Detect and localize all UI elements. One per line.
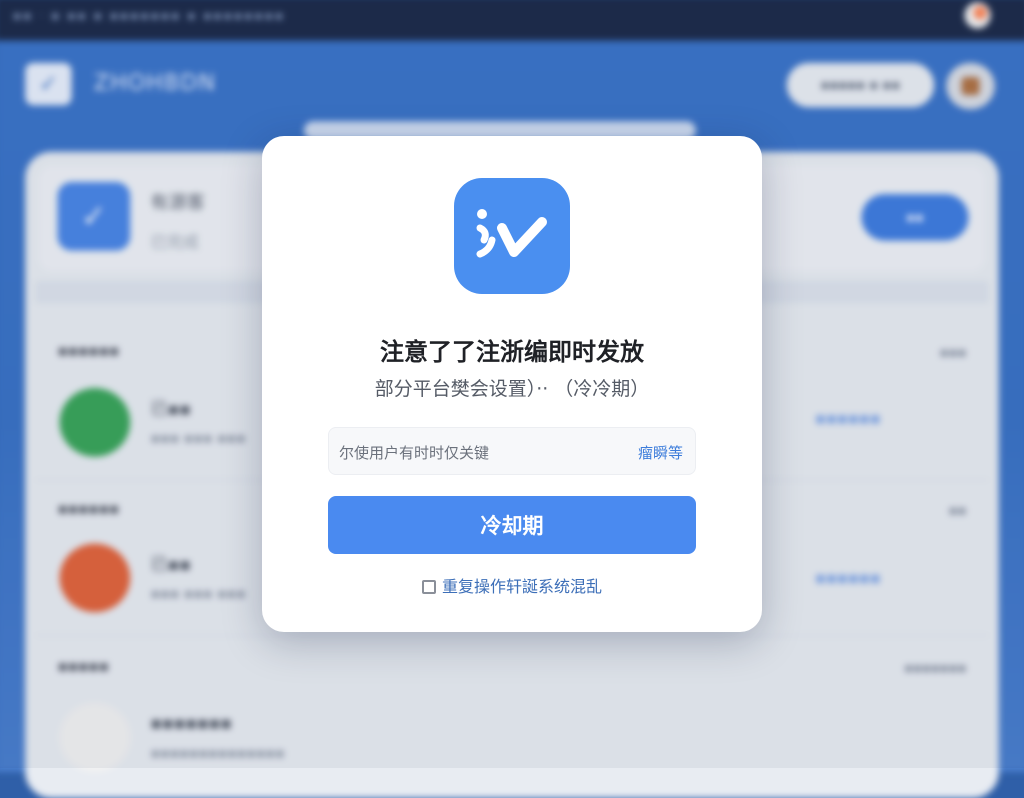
cooldown-button[interactable]: 冷却期 xyxy=(328,496,696,554)
dialog-title: 注意了了注浙编即时发放 xyxy=(380,338,644,366)
secondary-link[interactable]: 重复操作轩誕系统混乱 xyxy=(262,573,762,597)
secondary-link-label: 重复操作轩誕系统混乱 xyxy=(441,577,602,596)
notice-link[interactable]: 瘤瞬等 xyxy=(638,442,683,463)
notice-box: 尔使用户有时时仅关键 瘤瞬等 xyxy=(328,427,696,475)
notice-text: 尔使用户有时时仅关键 xyxy=(339,444,490,462)
app-logo-icon xyxy=(454,178,570,294)
document-icon xyxy=(421,580,436,594)
cooldown-dialog: 注意了了注浙编即时发放 部分平台樊会设置）·· （冷冷期） 尔使用户有时时仅关键… xyxy=(262,136,762,632)
dialog-subtitle: 部分平台樊会设置）·· （冷冷期） xyxy=(374,378,650,400)
